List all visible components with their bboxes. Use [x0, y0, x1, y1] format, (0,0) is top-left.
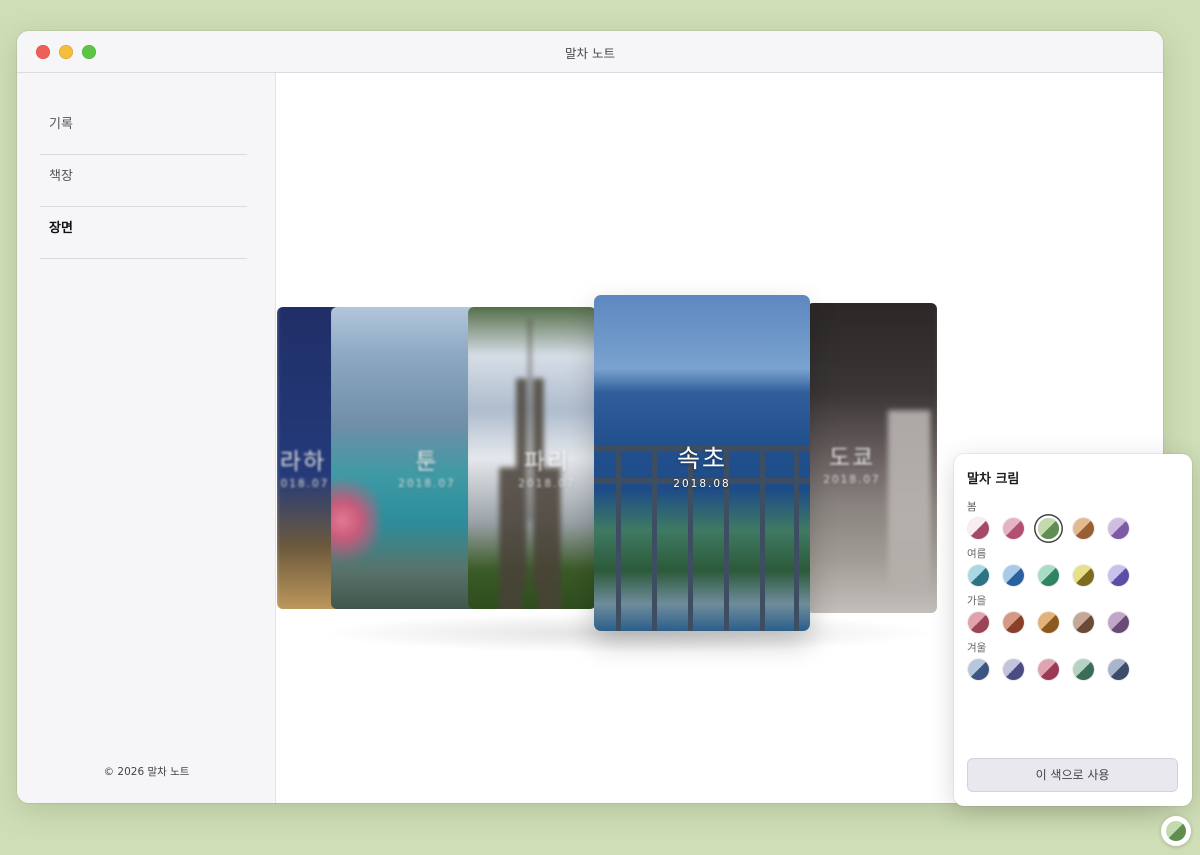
window-title: 말차 노트 [565, 46, 615, 61]
color-swatch[interactable] [1003, 659, 1024, 680]
scene-card-paris[interactable]: 파리 2018.07 [468, 307, 596, 609]
color-swatch[interactable] [1073, 659, 1094, 680]
color-swatch[interactable] [968, 659, 989, 680]
color-swatch[interactable] [1073, 612, 1094, 633]
color-swatch[interactable] [1003, 518, 1024, 539]
swatch-row [967, 659, 1179, 680]
color-swatch[interactable] [1108, 659, 1129, 680]
palette-popover: 말차 크림 봄 여름 가을 겨울 이 색으로 사용 [954, 454, 1192, 806]
color-swatch[interactable] [968, 612, 989, 633]
color-swatch[interactable] [1073, 518, 1094, 539]
swatch-row [967, 612, 1179, 633]
season-spring: 봄 [967, 499, 1179, 539]
scene-card-thun[interactable]: 툰 2018.07 [331, 307, 483, 609]
season-winter: 겨울 [967, 640, 1179, 680]
season-label: 봄 [967, 501, 977, 513]
season-summer: 여름 [967, 546, 1179, 586]
swatch-row [967, 518, 1179, 539]
color-swatch[interactable] [1108, 518, 1129, 539]
scene-card-date: 2018.07 [518, 478, 576, 490]
scene-card-title: 속초 [676, 444, 727, 473]
sidebar-item-records[interactable]: 기록 [40, 103, 247, 155]
scene-card-tokyo[interactable]: 도쿄 2018.07 [807, 303, 937, 613]
apply-color-button[interactable]: 이 색으로 사용 [967, 758, 1178, 792]
color-swatch[interactable] [1003, 612, 1024, 633]
color-swatch[interactable] [1038, 565, 1059, 586]
color-swatch[interactable] [1038, 659, 1059, 680]
scene-card-date: 2018.07 [823, 474, 881, 486]
season-autumn: 가을 [967, 593, 1179, 633]
palette-title: 말차 크림 [967, 472, 1020, 487]
scene-card-sokcho[interactable]: 속초 2018.08 [594, 295, 810, 631]
scene-card-title: 도쿄 [828, 445, 876, 471]
scene-card-title: 파리 [523, 449, 571, 475]
sidebar-item-scenes[interactable]: 장면 [40, 207, 247, 259]
color-swatch[interactable] [1073, 565, 1094, 586]
sidebar-nav: 기록 책장 장면 [40, 103, 247, 259]
color-swatch[interactable] [968, 565, 989, 586]
sidebar: 기록 책장 장면 © 2026 말차 노트 [17, 73, 276, 803]
title-bar: 말차 노트 [17, 31, 1163, 73]
palette-toggle-button[interactable] [1161, 816, 1191, 846]
color-swatch[interactable] [968, 518, 989, 539]
sidebar-footer-copyright: © 2026 말차 노트 [103, 766, 190, 778]
color-swatch[interactable] [1108, 612, 1129, 633]
scene-card-date: 2018.08 [673, 478, 731, 490]
palette-swatch-icon [1166, 821, 1186, 841]
scene-card-title: 툰 [415, 449, 439, 475]
season-label: 가을 [967, 595, 987, 607]
color-swatch[interactable] [1038, 518, 1059, 539]
season-label: 겨울 [967, 642, 987, 654]
season-label: 여름 [967, 548, 987, 560]
swatch-row [967, 565, 1179, 586]
color-swatch[interactable] [1003, 565, 1024, 586]
sidebar-item-bookshelf[interactable]: 책장 [40, 155, 247, 207]
scene-card-date: 2018.07 [398, 478, 456, 490]
color-swatch[interactable] [1038, 612, 1059, 633]
color-swatch[interactable] [1108, 565, 1129, 586]
